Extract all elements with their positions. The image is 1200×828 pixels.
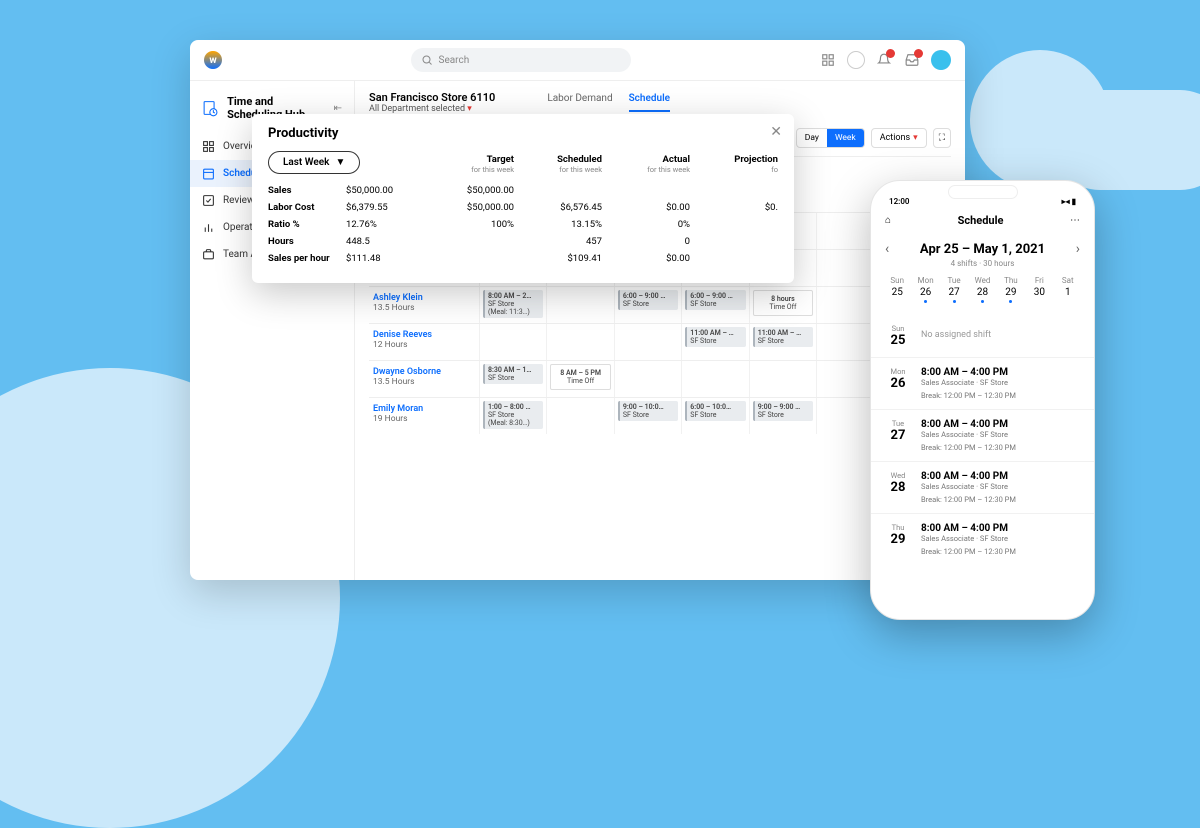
phone-signal-icon: ▸◂ ▮	[1062, 197, 1076, 206]
view-toggle[interactable]: Day Week	[796, 128, 865, 148]
tab-labor-demand[interactable]: Labor Demand	[547, 93, 612, 112]
phone-week-sub: 4 shifts · 30 hours	[871, 259, 1094, 268]
briefcase-icon	[202, 248, 215, 261]
productivity-panel: ✕ Productivity Last Week ▼ Targetfor thi…	[252, 114, 794, 283]
next-week-icon[interactable]: ›	[1076, 241, 1080, 257]
phone-list-item[interactable]: Tue278:00 AM – 4:00 PMSales Associate · …	[871, 409, 1094, 461]
analytics-icon	[202, 221, 215, 234]
notification-badge	[886, 49, 895, 58]
collapse-icon[interactable]: ⇤	[334, 103, 342, 114]
avatar[interactable]	[931, 50, 951, 70]
lastweek-select[interactable]: Last Week ▼	[268, 151, 360, 174]
apps-icon[interactable]	[819, 51, 837, 69]
search-placeholder: Search	[439, 55, 470, 66]
overview-icon	[202, 140, 215, 153]
inbox-icon[interactable]	[903, 51, 921, 69]
phone-list-item[interactable]: Wed288:00 AM – 4:00 PMSales Associate · …	[871, 461, 1094, 513]
inbox-badge	[914, 49, 923, 58]
phone-week-title: Apr 25 – May 1, 2021	[920, 242, 1045, 257]
phone-list-item[interactable]: Mon268:00 AM – 4:00 PMSales Associate · …	[871, 357, 1094, 409]
phone-title: Schedule	[958, 214, 1004, 227]
close-icon[interactable]: ✕	[770, 124, 782, 140]
more-icon[interactable]: ⋯	[1070, 215, 1080, 226]
search-input[interactable]: Search	[411, 48, 631, 72]
home-icon[interactable]: ⌂	[885, 215, 891, 226]
prev-week-icon[interactable]: ‹	[885, 241, 889, 257]
phone-time: 12:00	[889, 197, 909, 206]
calendar-icon	[202, 167, 215, 180]
phone-list-item[interactable]: Sun25No assigned shift	[871, 315, 1094, 357]
help-icon[interactable]	[847, 51, 865, 69]
phone-list-item[interactable]: Thu298:00 AM – 4:00 PMSales Associate · …	[871, 513, 1094, 565]
location-title: San Francisco Store 6110	[369, 91, 495, 104]
actions-button[interactable]: Actions ▾	[871, 128, 927, 148]
hub-icon	[202, 97, 219, 119]
department-select[interactable]: All Department selected ▾	[369, 104, 495, 114]
day-toggle[interactable]: Day	[797, 129, 827, 147]
topbar: w Search	[190, 40, 965, 81]
search-icon	[421, 54, 433, 66]
productivity-title: Productivity	[268, 126, 778, 141]
check-icon	[202, 194, 215, 207]
notifications-icon[interactable]	[875, 51, 893, 69]
logo-icon: w	[204, 51, 222, 69]
tab-schedule[interactable]: Schedule	[629, 93, 670, 112]
mobile-preview: 12:00 ▸◂ ▮ ⌂ Schedule ⋯ ‹ Apr 25 – May 1…	[870, 180, 1095, 620]
expand-button[interactable]: ⛶	[933, 128, 951, 148]
week-toggle[interactable]: Week	[827, 129, 864, 147]
